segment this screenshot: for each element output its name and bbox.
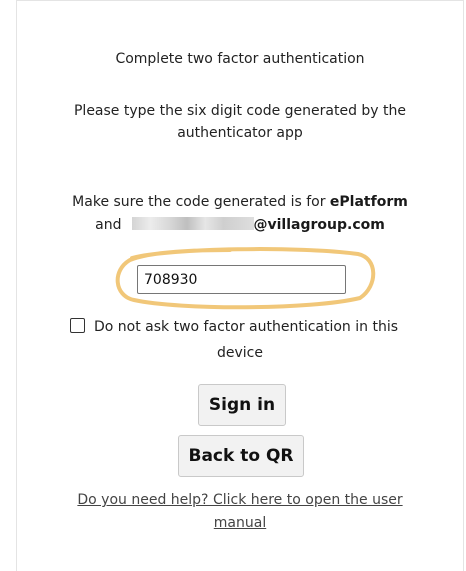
help-link-line-2[interactable]: manual xyxy=(16,512,464,534)
remember-device-label-line-1: Do not ask two factor authentication in … xyxy=(94,319,399,335)
sign-in-button[interactable]: Sign in xyxy=(198,384,286,426)
email-note: and @villagroup.com xyxy=(16,214,464,236)
remember-device-label-line-2: device xyxy=(217,345,263,361)
platform-note: Make sure the code generated is for ePla… xyxy=(16,191,464,213)
instruction-line-1: Please type the six digit code generated… xyxy=(73,103,406,119)
code-input[interactable] xyxy=(137,265,346,294)
and-text: and xyxy=(95,217,122,233)
remember-device-checkbox[interactable] xyxy=(70,318,85,333)
platform-name: ePlatform xyxy=(329,194,408,210)
help-link-line-1[interactable]: Do you need help? Click here to open the… xyxy=(16,489,464,511)
redacted-email-user xyxy=(131,217,254,230)
back-to-qr-button[interactable]: Back to QR xyxy=(178,435,304,477)
page-title: Complete two factor authentication xyxy=(115,51,365,67)
instruction-line-2: authenticator app xyxy=(177,125,303,141)
email-domain: @villagroup.com xyxy=(253,217,385,233)
platform-note-prefix: Make sure the code generated is for xyxy=(72,194,330,210)
